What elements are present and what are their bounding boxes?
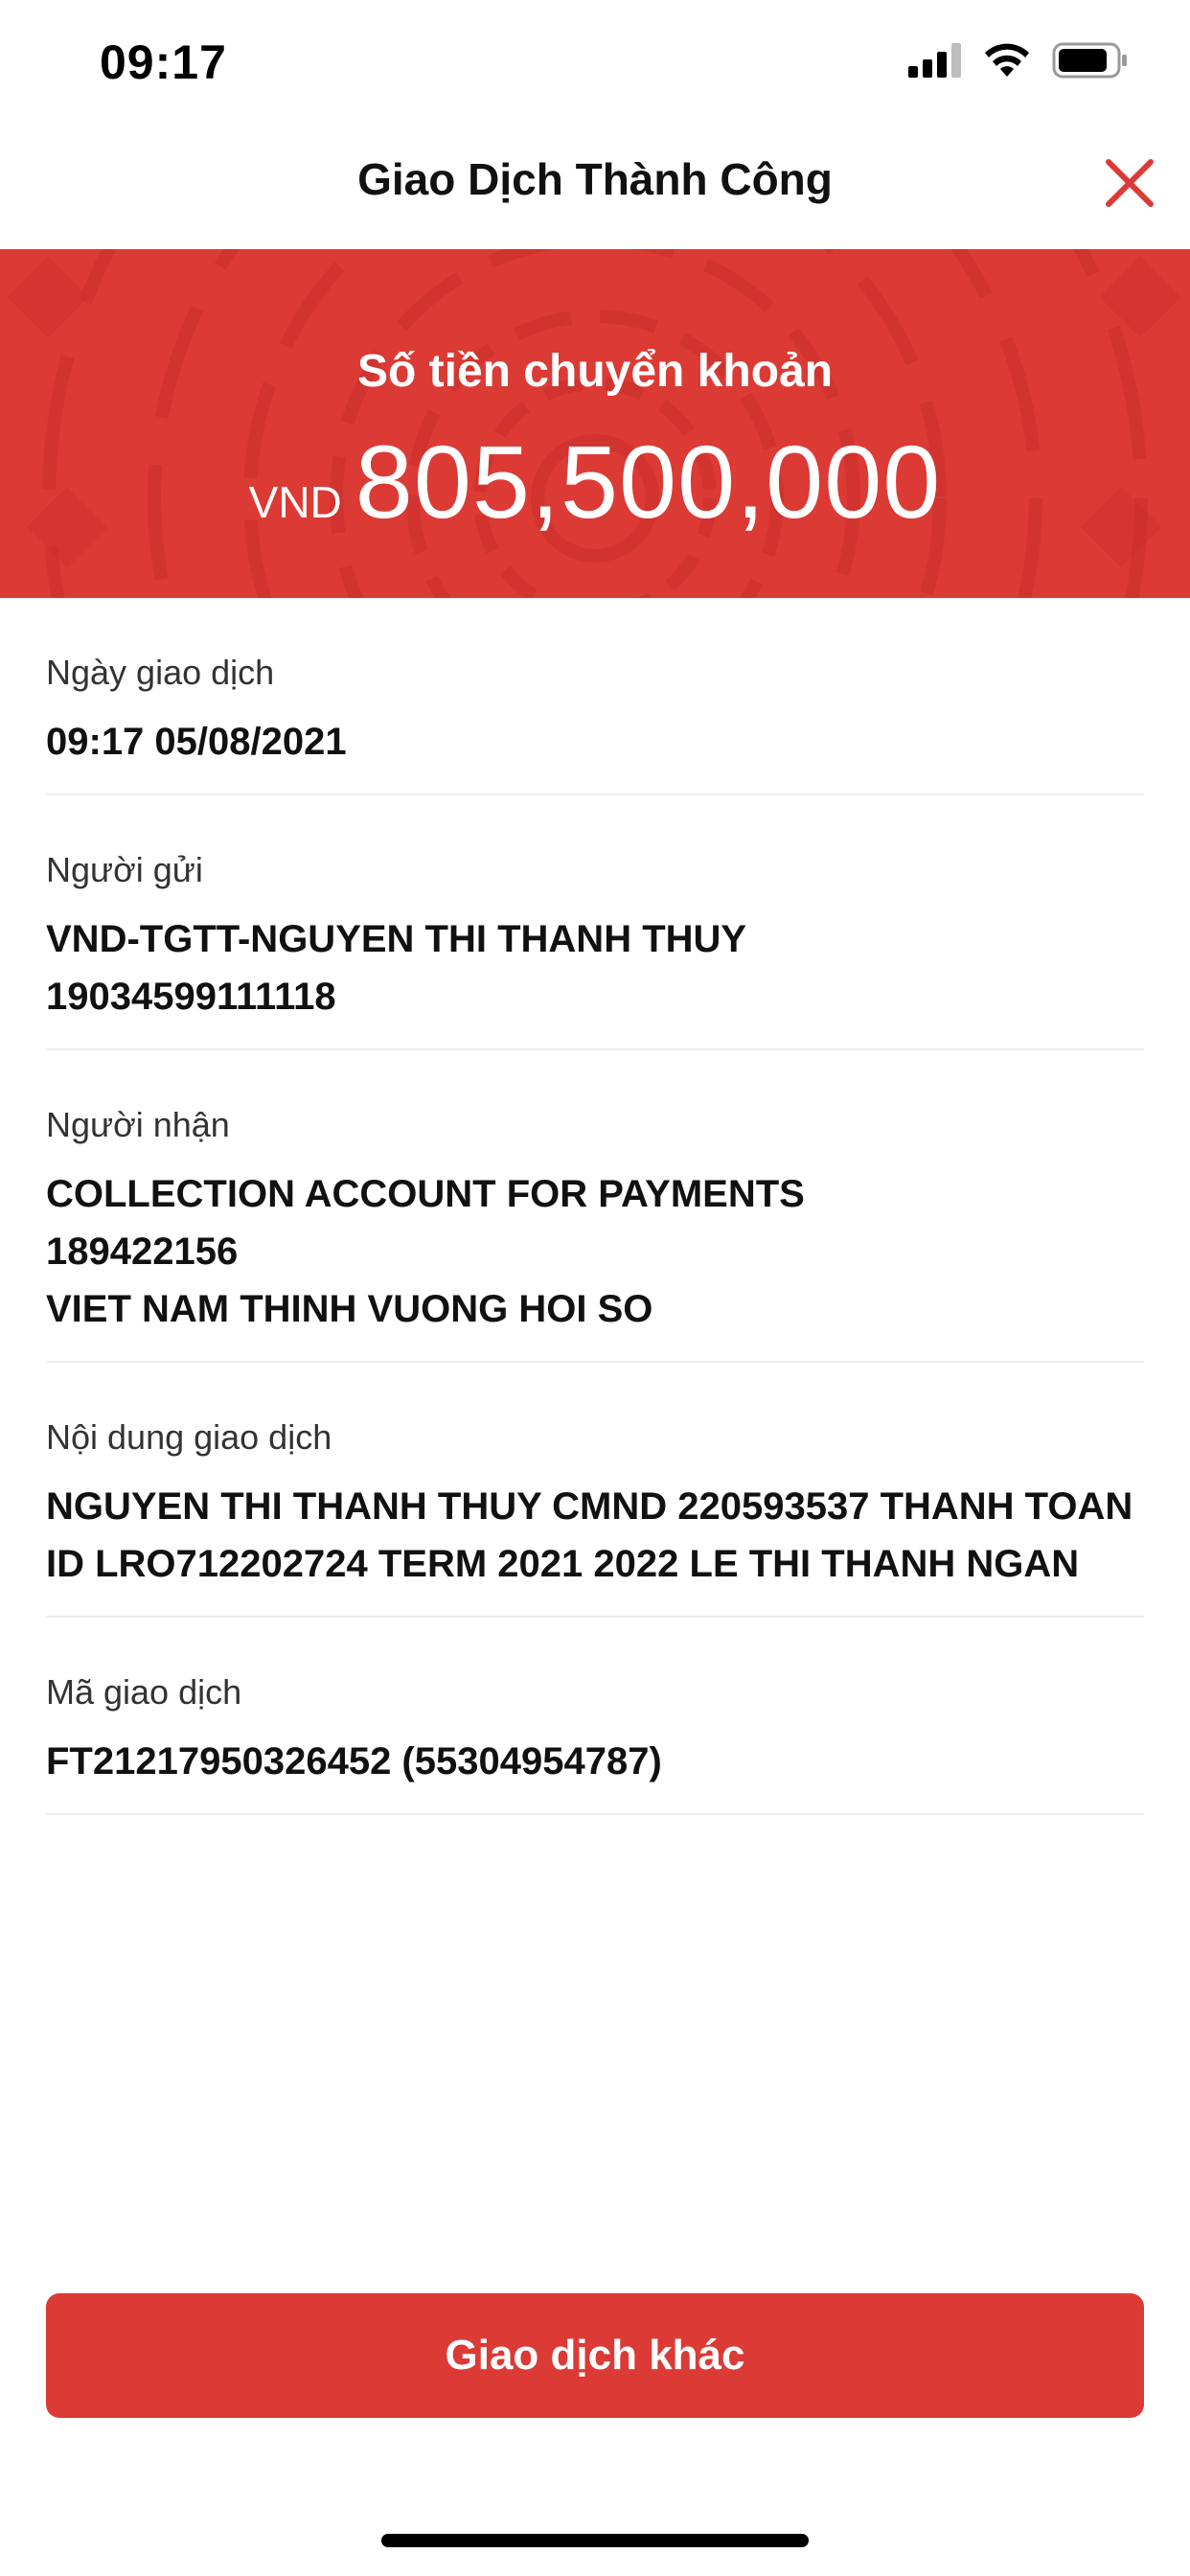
home-indicator	[381, 2534, 809, 2547]
receiver-name: COLLECTION ACCOUNT FOR PAYMENTS	[46, 1173, 805, 1215]
detail-content: Nội dung giao dịch NGUYEN THI THANH THUY…	[46, 1363, 1144, 1618]
detail-date: Ngày giao dịch 09:17 05/08/2021	[46, 598, 1144, 795]
detail-value: 09:17 05/08/2021	[46, 721, 347, 763]
close-button[interactable]	[1098, 151, 1161, 215]
detail-value: VND-TGTT-NGUYEN THI THANH THUY 190345991…	[46, 910, 1144, 1025]
cellular-signal-icon	[908, 43, 961, 78]
page-title: Giao Dịch Thành Công	[357, 154, 833, 204]
detail-label: Người gửi	[46, 850, 203, 889]
detail-value: FT21217950326452 (55304954787)	[46, 1740, 662, 1782]
receiver-bank: VIET NAM THINH VUONG HOI SO	[46, 1288, 653, 1330]
amount-banner: Số tiền chuyển khoản VND 805,500,000	[0, 249, 1190, 598]
transaction-details: Ngày giao dịch 09:17 05/08/2021 Người gử…	[46, 598, 1144, 1815]
battery-icon	[1052, 42, 1127, 79]
detail-value: NGUYEN THI THANH THUY CMND 220593537 THA…	[46, 1485, 1133, 1585]
amount: 805,500,000	[355, 424, 942, 540]
banner-label: Số tiền chuyển khoản	[356, 346, 834, 397]
detail-sender: Người gửi VND-TGTT-NGUYEN THI THANH THUY…	[46, 795, 1144, 1050]
currency: VND	[248, 477, 342, 527]
detail-label: Người nhận	[46, 1105, 230, 1144]
status-time: 09:17	[100, 35, 227, 89]
wifi-icon	[985, 43, 1029, 77]
receiver-account: 189422156	[46, 1230, 239, 1273]
amount-row: VND 805,500,000	[0, 422, 1190, 541]
header: Giao Dịch Thành Công	[0, 125, 1190, 249]
close-icon	[1106, 159, 1154, 207]
status-icons	[908, 42, 1129, 79]
sender-account: 19034599111118	[46, 976, 336, 1018]
detail-label: Ngày giao dịch	[46, 653, 275, 692]
detail-label: Nội dung giao dịch	[46, 1417, 332, 1457]
detail-receiver: Người nhận COLLECTION ACCOUNT FOR PAYMEN…	[46, 1050, 1144, 1363]
detail-value: COLLECTION ACCOUNT FOR PAYMENTS 18942215…	[46, 1165, 1144, 1338]
sender-name: VND-TGTT-NGUYEN THI THANH THUY	[46, 918, 747, 960]
other-transaction-button[interactable]: Giao dịch khác	[46, 2293, 1144, 2418]
detail-label: Mã giao dịch	[46, 1672, 242, 1712]
status-bar: 09:17	[0, 0, 1190, 125]
detail-code: Mã giao dịch FT21217950326452 (553049547…	[46, 1618, 1144, 1815]
